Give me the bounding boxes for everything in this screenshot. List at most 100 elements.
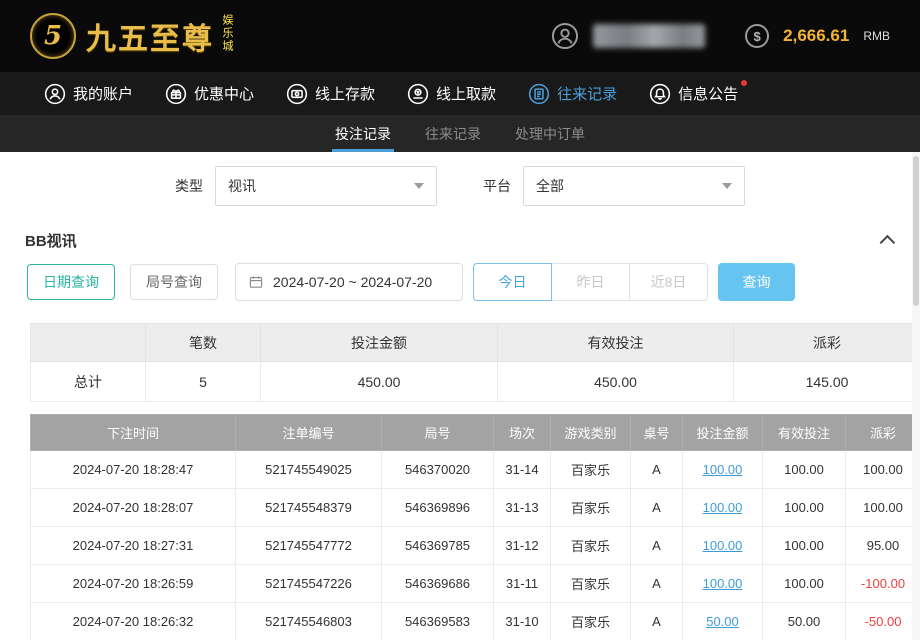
search-button[interactable]: 查询 [718,263,795,301]
calendar-icon [248,274,264,290]
table-no-cell: A [631,527,683,565]
session-cell: 31-14 [494,451,551,489]
summary-header-row: 笔数 投注金额 有效投注 派彩 [31,324,920,362]
tab-processing-orders[interactable]: 处理中订单 [512,115,588,152]
game-type-cell: 百家乐 [551,565,631,603]
section-title: BB视讯 [25,230,77,251]
records-icon [528,83,550,105]
username-redacted [593,24,705,48]
quick-range-group: 今日 昨日 近8日 [473,263,708,301]
summary-header-valid: 有效投注 [498,324,734,362]
session-cell: 31-12 [494,527,551,565]
valid-bet-cell: 50.00 [763,603,846,640]
bell-icon [649,83,671,105]
payout-cell: 100.00 [846,489,920,527]
summary-header-bet: 投注金额 [261,324,498,362]
table-no-cell: A [631,451,683,489]
bet-amount-link[interactable]: 100.00 [703,462,743,477]
nav-label: 线上取款 [436,83,496,104]
col-game-type: 游戏类别 [551,415,631,451]
records-subnav: 投注记录 往来记录 处理中订单 [0,115,920,152]
logo-emblem-icon: 5 [30,13,76,59]
bet-amount-link[interactable]: 100.00 [703,576,743,591]
main-nav: 我的账户 优惠中心 线上存款 线上取款 往来记录 信息公告 [0,72,920,115]
table-row: 2024-07-20 18:27:31 521745547772 5463697… [31,527,920,565]
date-query-button[interactable]: 日期查询 [27,264,115,300]
col-table-no: 桌号 [631,415,683,451]
records-header-row: 下注时间 注单编号 局号 场次 游戏类别 桌号 投注金额 有效投注 派彩 [31,415,920,451]
site-logo[interactable]: 5 九五至尊 娱乐城 [30,13,233,59]
bet-time-cell: 2024-07-20 18:28:47 [31,451,236,489]
content: 类型 视讯 平台 全部 BB视讯 日期查询 局号查询 2024-07-20 ~ … [0,152,920,640]
nav-item-online-withdrawal[interactable]: 线上取款 [407,83,496,105]
bet-amount-link[interactable]: 100.00 [703,538,743,553]
platform-select[interactable]: 全部 [523,166,745,206]
bet-amount-cell: 50.00 [683,603,763,640]
order-id-cell: 521745547772 [236,527,382,565]
top-header: 5 九五至尊 娱乐城 $ 2,666.61 RMB [0,0,920,72]
deposit-icon [286,83,308,105]
collapse-chevron-up-icon[interactable] [880,235,896,251]
summary-payout: 145.00 [734,362,920,402]
bet-amount-link[interactable]: 100.00 [703,500,743,515]
round-query-button[interactable]: 局号查询 [130,264,218,300]
scrollbar-track[interactable] [912,152,920,640]
round-id-cell: 546369686 [382,565,494,603]
currency-dollar-icon: $ [745,24,769,48]
col-session: 场次 [494,415,551,451]
col-bet-time: 下注时间 [31,415,236,451]
summary-bet: 450.00 [261,362,498,402]
nav-item-announcements[interactable]: 信息公告 [649,83,738,105]
chevron-down-icon [722,183,732,189]
scrollbar-thumb[interactable] [913,156,919,306]
payout-cell: -50.00 [846,603,920,640]
order-id-cell: 521745549025 [236,451,382,489]
bet-time-cell: 2024-07-20 18:26:59 [31,565,236,603]
platform-label: 平台 [483,176,511,196]
user-icon [44,83,66,105]
tab-transaction-records[interactable]: 往来记录 [422,115,484,152]
bet-amount-cell: 100.00 [683,489,763,527]
bet-amount-link[interactable]: 50.00 [706,614,739,629]
brand-subtitle: 娱乐城 [220,14,233,58]
tab-betting-records[interactable]: 投注记录 [332,115,394,152]
nav-item-my-account[interactable]: 我的账户 [44,83,133,105]
nav-label: 往来记录 [557,83,617,104]
summary-header-count: 笔数 [146,324,261,362]
col-bet-amount: 投注金额 [683,415,763,451]
table-no-cell: A [631,603,683,640]
type-select[interactable]: 视讯 [215,166,437,206]
order-id-cell: 521745546803 [236,603,382,640]
game-type-cell: 百家乐 [551,527,631,565]
col-round-id: 局号 [382,415,494,451]
nav-label: 我的账户 [73,83,133,104]
brand-name: 九五至尊 [86,14,214,58]
bet-time-cell: 2024-07-20 18:27:31 [31,527,236,565]
table-row: 2024-07-20 18:26:59 521745547226 5463696… [31,565,920,603]
section-header: BB视讯 [0,220,920,259]
bet-time-cell: 2024-07-20 18:28:07 [31,489,236,527]
payout-cell: -100.00 [846,565,920,603]
summary-total-row: 总计 5 450.00 450.00 145.00 [31,362,920,402]
nav-label: 信息公告 [678,83,738,104]
nav-item-promotions[interactable]: 优惠中心 [165,83,254,105]
notification-dot [741,80,747,86]
date-range-input[interactable]: 2024-07-20 ~ 2024-07-20 [235,263,463,301]
nav-item-online-deposit[interactable]: 线上存款 [286,83,375,105]
summary-header-payout: 派彩 [734,324,920,362]
summary-valid: 450.00 [498,362,734,402]
round-id-cell: 546369896 [382,489,494,527]
user-avatar-icon[interactable] [551,22,579,50]
quick-today-button[interactable]: 今日 [473,263,552,301]
game-type-cell: 百家乐 [551,451,631,489]
quick-last8days-button[interactable]: 近8日 [629,263,708,301]
filter-row: 类型 视讯 平台 全部 [0,152,920,220]
col-payout: 派彩 [846,415,920,451]
summary-header-empty [31,324,146,362]
type-select-value: 视讯 [228,176,256,196]
bet-records-table: 下注时间 注单编号 局号 场次 游戏类别 桌号 投注金额 有效投注 派彩 202… [30,414,920,640]
quick-yesterday-button[interactable]: 昨日 [551,263,630,301]
col-order-id: 注单编号 [236,415,382,451]
table-row: 2024-07-20 18:28:07 521745548379 5463698… [31,489,920,527]
nav-item-transaction-records[interactable]: 往来记录 [528,83,617,105]
